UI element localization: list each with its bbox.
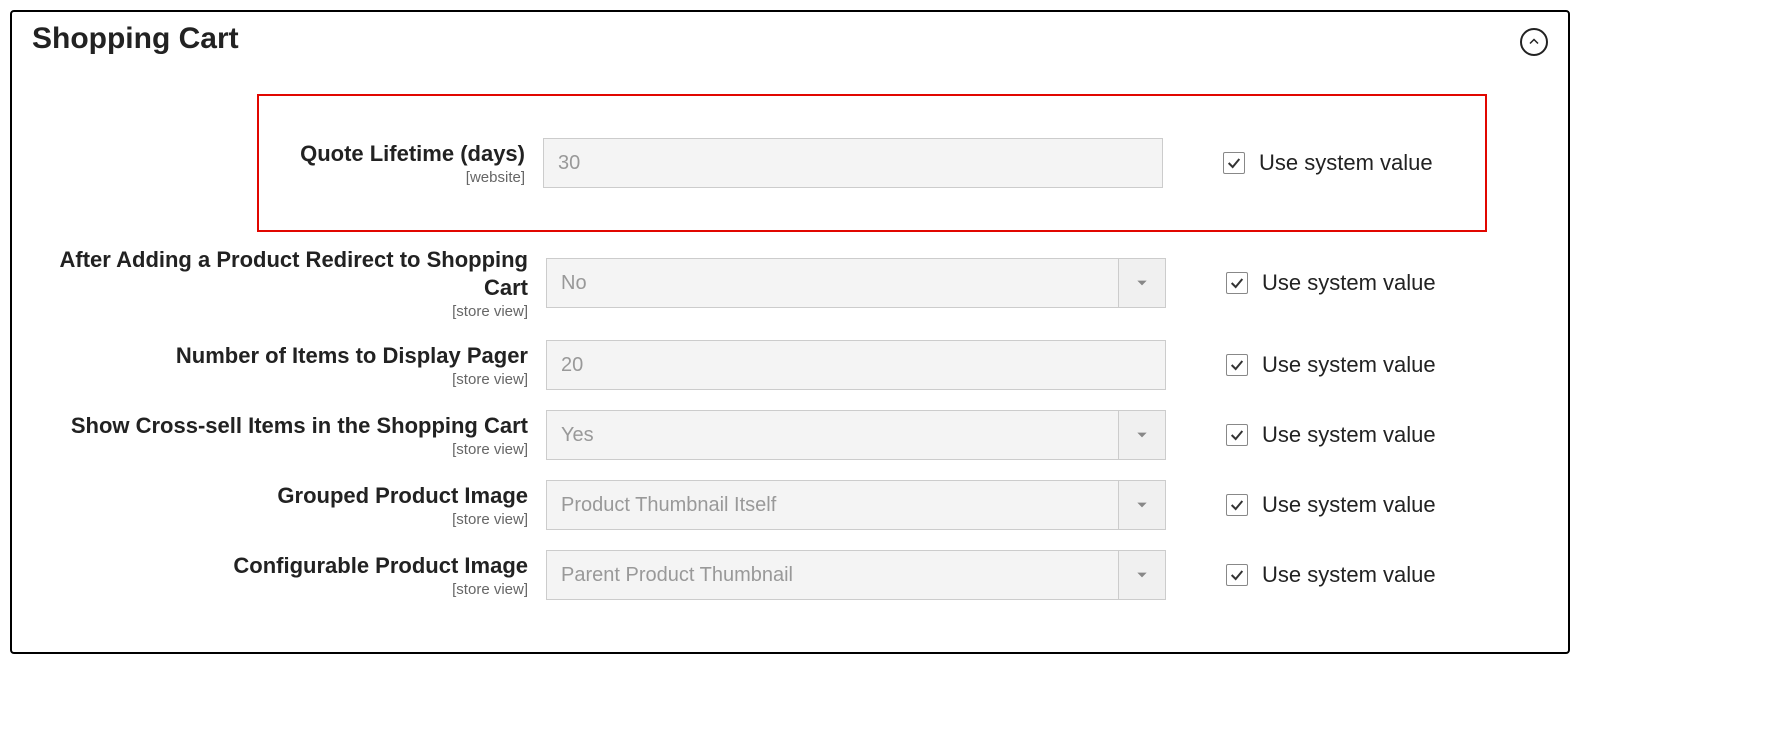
use-system-label: Use system value <box>1262 270 1436 296</box>
check-icon <box>1229 357 1245 373</box>
field-label: After Adding a Product Redirect to Shopp… <box>36 246 528 301</box>
input-col <box>546 340 1166 390</box>
collapse-button[interactable] <box>1520 28 1548 56</box>
select-value: Yes <box>547 411 1119 459</box>
use-system-checkbox[interactable] <box>1226 354 1248 376</box>
fields-container: Quote Lifetime (days) [website] Use syst… <box>32 94 1548 610</box>
input-col: Parent Product Thumbnail <box>546 550 1166 600</box>
select-caret <box>1119 259 1165 307</box>
select-value: Product Thumbnail Itself <box>547 481 1119 529</box>
row-cross-sell: Show Cross-sell Items in the Shopping Ca… <box>32 400 1548 470</box>
field-scope: [store view] <box>452 303 528 320</box>
panel-header: Shopping Cart <box>32 22 1548 64</box>
select-value: No <box>547 259 1119 307</box>
field-label: Grouped Product Image <box>277 482 528 510</box>
use-system-label: Use system value <box>1262 352 1436 378</box>
use-system-label: Use system value <box>1262 422 1436 448</box>
field-scope: [store view] <box>452 581 528 598</box>
use-system-checkbox[interactable] <box>1226 424 1248 446</box>
field-label: Configurable Product Image <box>233 552 528 580</box>
use-system-checkbox[interactable] <box>1223 152 1245 174</box>
select-value: Parent Product Thumbnail <box>547 551 1119 599</box>
use-system-checkbox[interactable] <box>1226 564 1248 586</box>
grouped-image-select[interactable]: Product Thumbnail Itself <box>546 480 1166 530</box>
row-configurable-image: Configurable Product Image [store view] … <box>32 540 1548 610</box>
check-icon <box>1229 497 1245 513</box>
check-icon <box>1229 427 1245 443</box>
input-col <box>543 138 1163 188</box>
configurable-image-select[interactable]: Parent Product Thumbnail <box>546 550 1166 600</box>
field-label: Quote Lifetime (days) <box>300 140 525 168</box>
label-col: Number of Items to Display Pager [store … <box>36 342 546 389</box>
redirect-after-add-select[interactable]: No <box>546 258 1166 308</box>
label-col: Grouped Product Image [store view] <box>36 482 546 529</box>
use-system-checkbox[interactable] <box>1226 494 1248 516</box>
system-value-col: Use system value <box>1166 492 1436 518</box>
chevron-down-icon <box>1135 428 1149 442</box>
check-icon <box>1229 567 1245 583</box>
label-col: Configurable Product Image [store view] <box>36 552 546 599</box>
use-system-label: Use system value <box>1259 150 1433 176</box>
system-value-col: Use system value <box>1166 562 1436 588</box>
select-caret <box>1119 551 1165 599</box>
field-label: Show Cross-sell Items in the Shopping Ca… <box>71 412 528 440</box>
field-label: Number of Items to Display Pager <box>176 342 528 370</box>
system-value-col: Use system value <box>1166 270 1436 296</box>
label-col: Quote Lifetime (days) [website] <box>263 140 543 187</box>
system-value-col: Use system value <box>1166 352 1436 378</box>
row-quote-lifetime: Quote Lifetime (days) [website] Use syst… <box>257 94 1487 232</box>
shopping-cart-panel: Shopping Cart Quote Lifetime (days) [web… <box>10 10 1570 654</box>
input-col: No <box>546 258 1166 308</box>
field-scope: [store view] <box>452 441 528 458</box>
input-col: Yes <box>546 410 1166 460</box>
check-icon <box>1226 155 1242 171</box>
quote-lifetime-input[interactable] <box>543 138 1163 188</box>
chevron-down-icon <box>1135 498 1149 512</box>
field-scope: [website] <box>466 169 525 186</box>
use-system-checkbox[interactable] <box>1226 272 1248 294</box>
label-col: Show Cross-sell Items in the Shopping Ca… <box>36 412 546 459</box>
use-system-label: Use system value <box>1262 562 1436 588</box>
field-scope: [store view] <box>452 371 528 388</box>
cross-sell-select[interactable]: Yes <box>546 410 1166 460</box>
system-value-col: Use system value <box>1163 150 1433 176</box>
items-pager-input[interactable] <box>546 340 1166 390</box>
select-caret <box>1119 411 1165 459</box>
chevron-down-icon <box>1135 276 1149 290</box>
row-items-pager: Number of Items to Display Pager [store … <box>32 330 1548 400</box>
label-col: After Adding a Product Redirect to Shopp… <box>36 246 546 320</box>
select-caret <box>1119 481 1165 529</box>
row-grouped-image: Grouped Product Image [store view] Produ… <box>32 470 1548 540</box>
check-icon <box>1229 275 1245 291</box>
panel-title: Shopping Cart <box>32 22 239 64</box>
chevron-down-icon <box>1135 568 1149 582</box>
row-redirect-after-add: After Adding a Product Redirect to Shopp… <box>32 236 1548 330</box>
input-col: Product Thumbnail Itself <box>546 480 1166 530</box>
field-scope: [store view] <box>452 511 528 528</box>
use-system-label: Use system value <box>1262 492 1436 518</box>
chevron-up-icon <box>1528 36 1540 48</box>
system-value-col: Use system value <box>1166 422 1436 448</box>
